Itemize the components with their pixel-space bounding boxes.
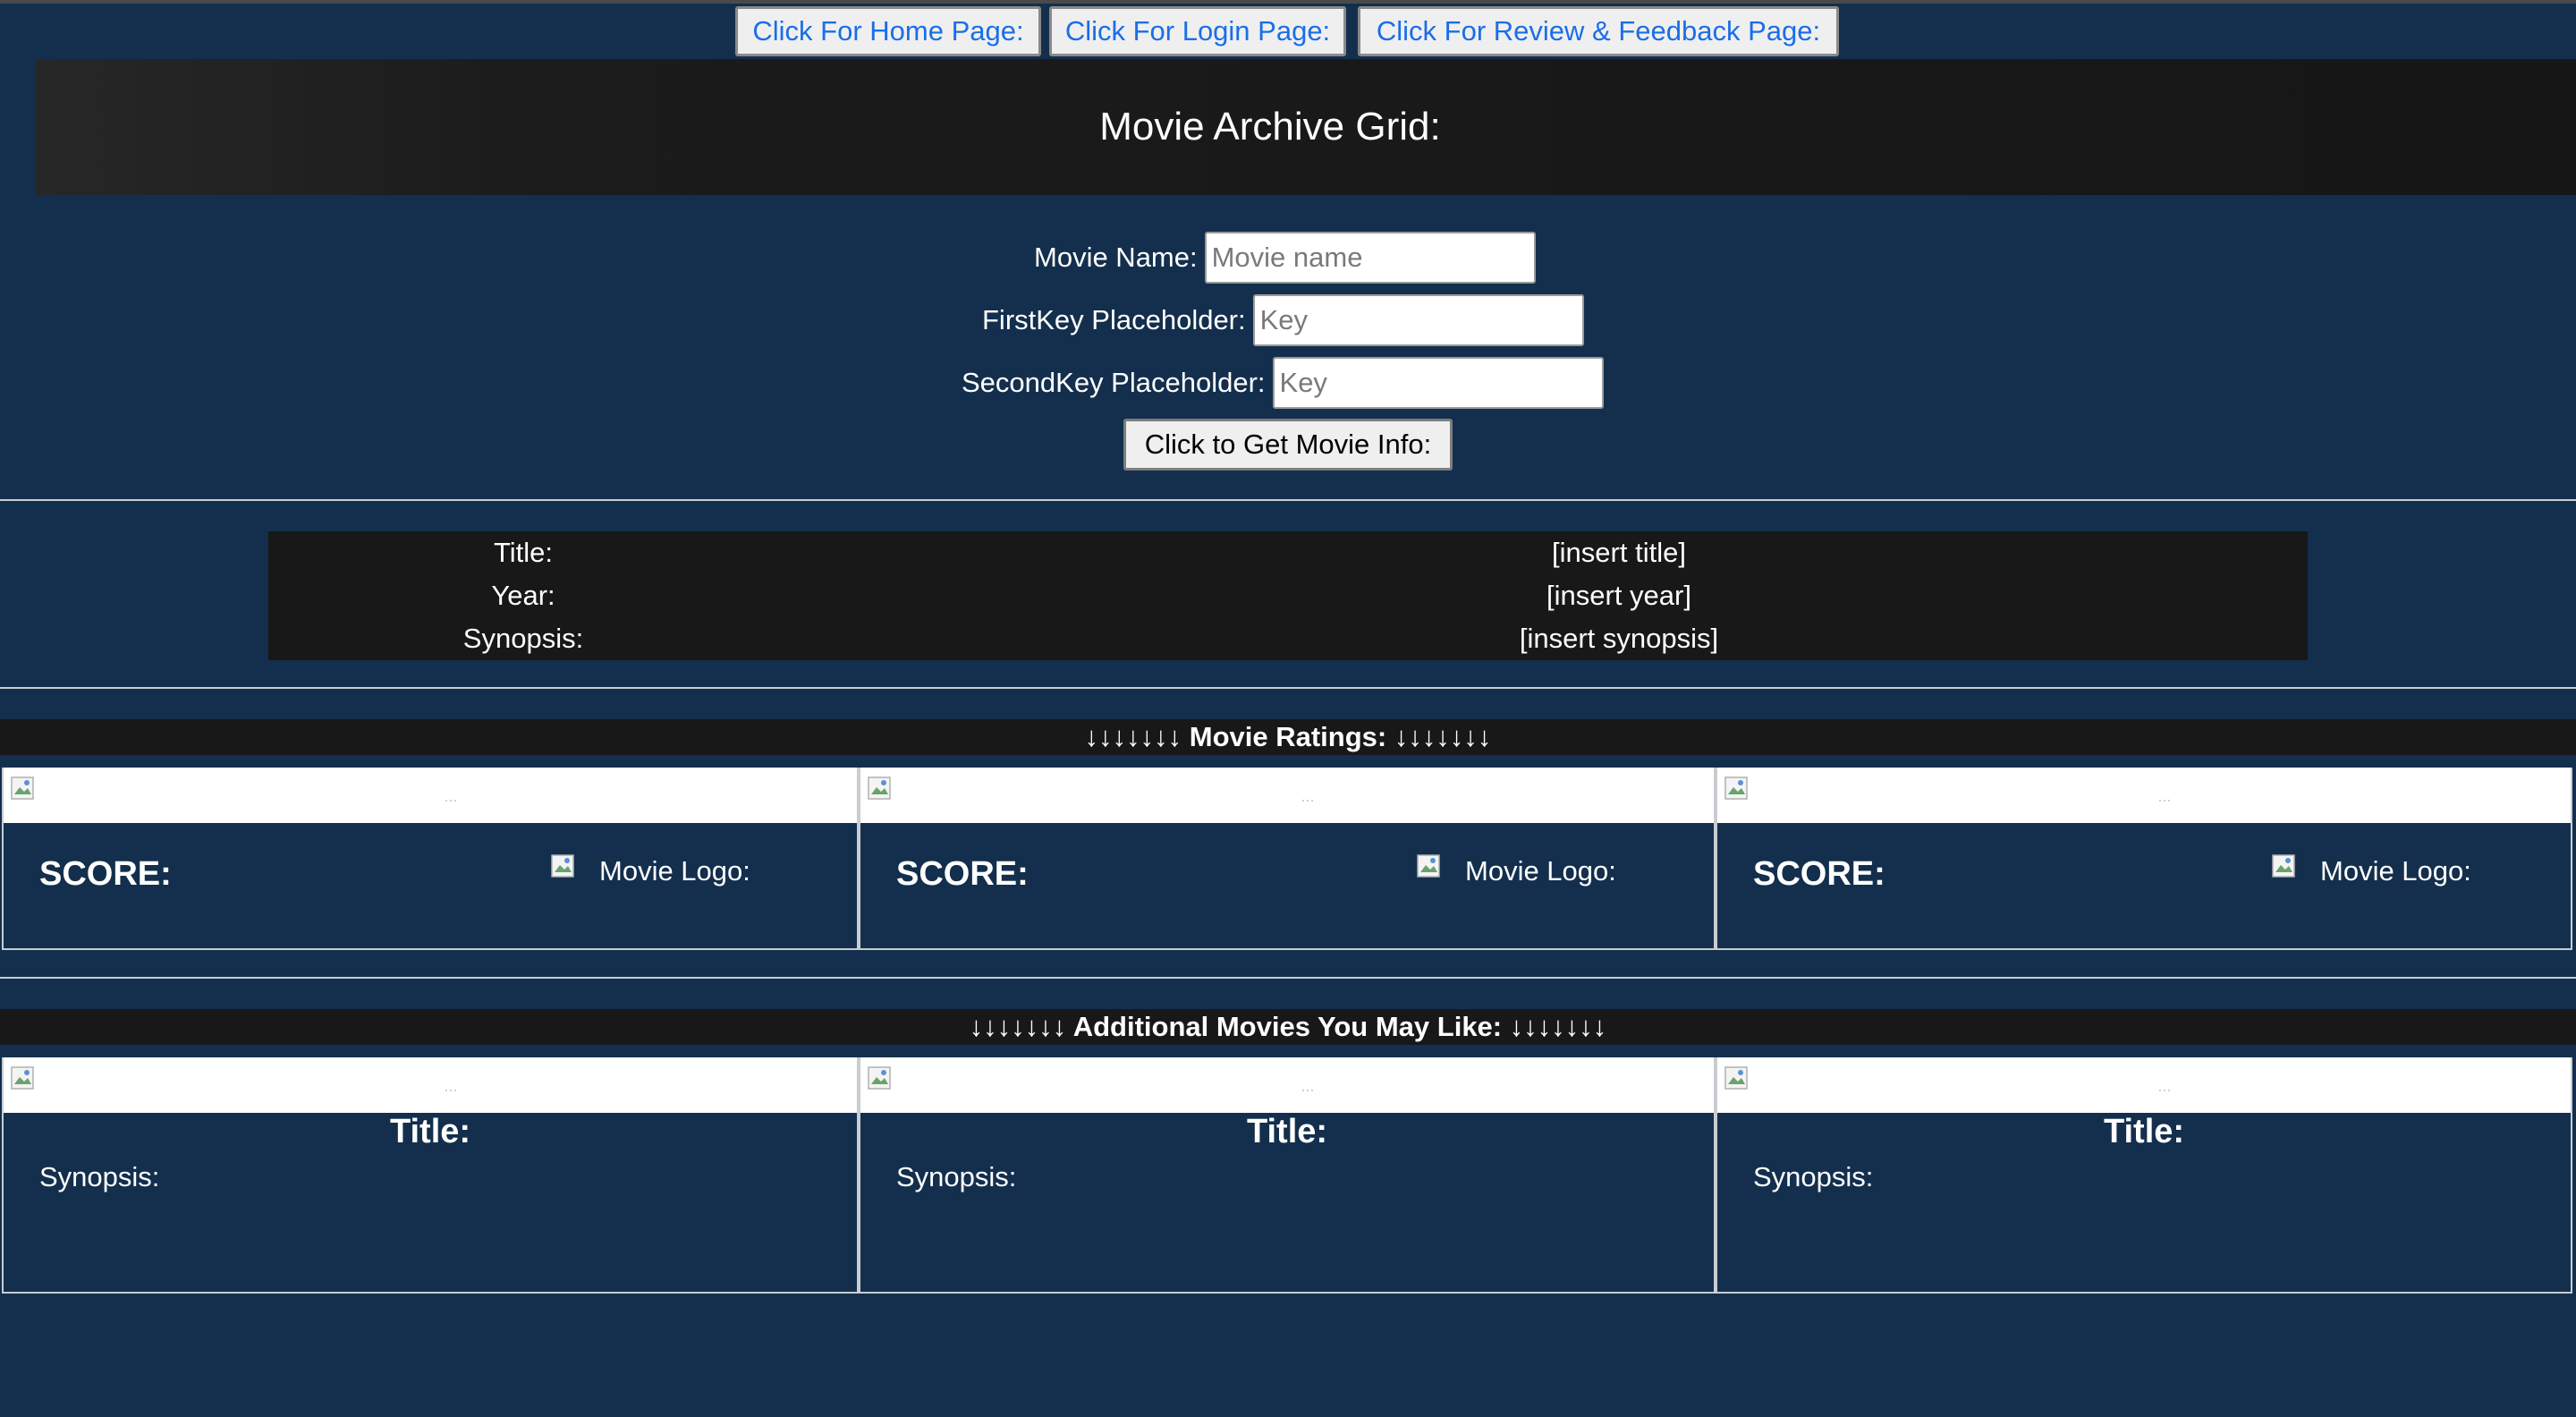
- info-label: Synopsis:: [462, 623, 584, 654]
- rating-card: ... SCORE: Movie Logo:: [1716, 768, 2572, 950]
- info-value: [insert synopsis]: [1519, 623, 1719, 654]
- broken-image-icon: [11, 776, 34, 800]
- info-label: Year:: [491, 580, 555, 611]
- home-page-button[interactable]: Click For Home Page:: [735, 6, 1041, 56]
- movie-suggestion-card: ... Title: Synopsis:: [1716, 1057, 2572, 1294]
- suggestion-synopsis-label: Synopsis:: [1753, 1161, 1874, 1192]
- second-key-input[interactable]: [1272, 357, 1604, 409]
- broken-image-icon: [868, 776, 891, 800]
- suggestion-synopsis-label: Synopsis:: [896, 1161, 1017, 1192]
- first-key-row: FirstKey Placeholder:: [982, 293, 1584, 347]
- info-value: [insert year]: [1546, 580, 1691, 611]
- image-alt-text: ...: [2157, 1077, 2172, 1095]
- first-key-input[interactable]: [1252, 294, 1584, 346]
- image-alt-text: ...: [2157, 787, 2172, 805]
- ratings-section-header: ↓↓↓↓↓↓↓ Movie Ratings: ↓↓↓↓↓↓↓: [0, 719, 2576, 755]
- movie-logo: Movie Logo:: [2272, 854, 2471, 887]
- broken-image-icon: [1724, 1066, 1748, 1090]
- broken-image-icon: [1417, 854, 1440, 878]
- rating-card: ... SCORE: Movie Logo:: [2, 768, 859, 950]
- info-row-year: Year: [insert year]: [268, 574, 2308, 617]
- top-border: [0, 0, 2576, 4]
- second-key-label: SecondKey Placeholder:: [962, 367, 1266, 398]
- movie-name-row: Movie Name:: [1034, 231, 1536, 284]
- review-feedback-page-button[interactable]: Click For Review & Feedback Page:: [1358, 6, 1839, 56]
- card-image: ...: [860, 768, 1714, 823]
- suggestion-title-label: Title:: [1246, 1113, 1328, 1150]
- score-label: SCORE:: [896, 855, 1029, 893]
- login-page-button[interactable]: Click For Login Page:: [1049, 6, 1346, 56]
- divider: [0, 499, 2576, 501]
- broken-image-icon: [11, 1066, 34, 1090]
- card-image: ...: [1717, 768, 2571, 823]
- divider: [0, 687, 2576, 689]
- image-alt-text: ...: [444, 1077, 458, 1095]
- broken-image-icon: [868, 1066, 891, 1090]
- get-movie-info-button[interactable]: Click to Get Movie Info:: [1123, 419, 1453, 471]
- page-title: Movie Archive Grid:: [1099, 105, 1441, 148]
- suggestion-title-label: Title:: [389, 1113, 471, 1150]
- movie-info-table: Title: [insert title] Year: [insert year…: [268, 531, 2308, 660]
- image-alt-text: ...: [1301, 787, 1315, 805]
- score-label: SCORE:: [1753, 855, 1885, 893]
- header-banner: Movie Archive Grid:: [36, 59, 2576, 195]
- card-image: ...: [1717, 1057, 2571, 1113]
- broken-image-icon: [2272, 854, 2295, 878]
- movie-logo: Movie Logo:: [1417, 854, 1616, 887]
- top-nav: Click For Home Page: Click For Login Pag…: [0, 6, 2576, 58]
- first-key-label: FirstKey Placeholder:: [982, 304, 1246, 335]
- info-row-synopsis: Synopsis: [insert synopsis]: [268, 617, 2308, 660]
- card-image: ...: [4, 1057, 857, 1113]
- suggestion-synopsis-label: Synopsis:: [39, 1161, 160, 1192]
- info-value: [insert title]: [1552, 537, 1686, 568]
- card-image: ...: [860, 1057, 1714, 1113]
- additional-movies-section-header: ↓↓↓↓↓↓↓ Additional Movies You May Like: …: [0, 1009, 2576, 1045]
- card-image: ...: [4, 768, 857, 823]
- additional-movies-card-row: ... Title: Synopsis: ... Title: Synopsis…: [0, 1057, 2576, 1294]
- movie-name-input[interactable]: [1204, 232, 1536, 284]
- ratings-card-row: ... SCORE: Movie Logo: ... SCORE: Movie …: [0, 768, 2576, 950]
- image-alt-text: ...: [444, 787, 458, 805]
- movie-logo-label: Movie Logo:: [1465, 855, 1616, 887]
- info-row-title: Title: [insert title]: [268, 531, 2308, 574]
- info-label: Title:: [493, 537, 554, 568]
- rating-card: ... SCORE: Movie Logo:: [859, 768, 1716, 950]
- broken-image-icon: [1724, 776, 1748, 800]
- score-label: SCORE:: [39, 855, 172, 893]
- divider: [0, 977, 2576, 979]
- image-alt-text: ...: [1301, 1077, 1315, 1095]
- movie-logo: Movie Logo:: [551, 854, 750, 887]
- second-key-row: SecondKey Placeholder:: [962, 356, 1604, 410]
- suggestion-title-label: Title:: [2103, 1113, 2185, 1150]
- broken-image-icon: [551, 854, 574, 878]
- movie-logo-label: Movie Logo:: [599, 855, 750, 887]
- movie-name-label: Movie Name:: [1034, 242, 1198, 273]
- movie-suggestion-card: ... Title: Synopsis:: [859, 1057, 1716, 1294]
- movie-suggestion-card: ... Title: Synopsis:: [2, 1057, 859, 1294]
- movie-logo-label: Movie Logo:: [2320, 855, 2471, 887]
